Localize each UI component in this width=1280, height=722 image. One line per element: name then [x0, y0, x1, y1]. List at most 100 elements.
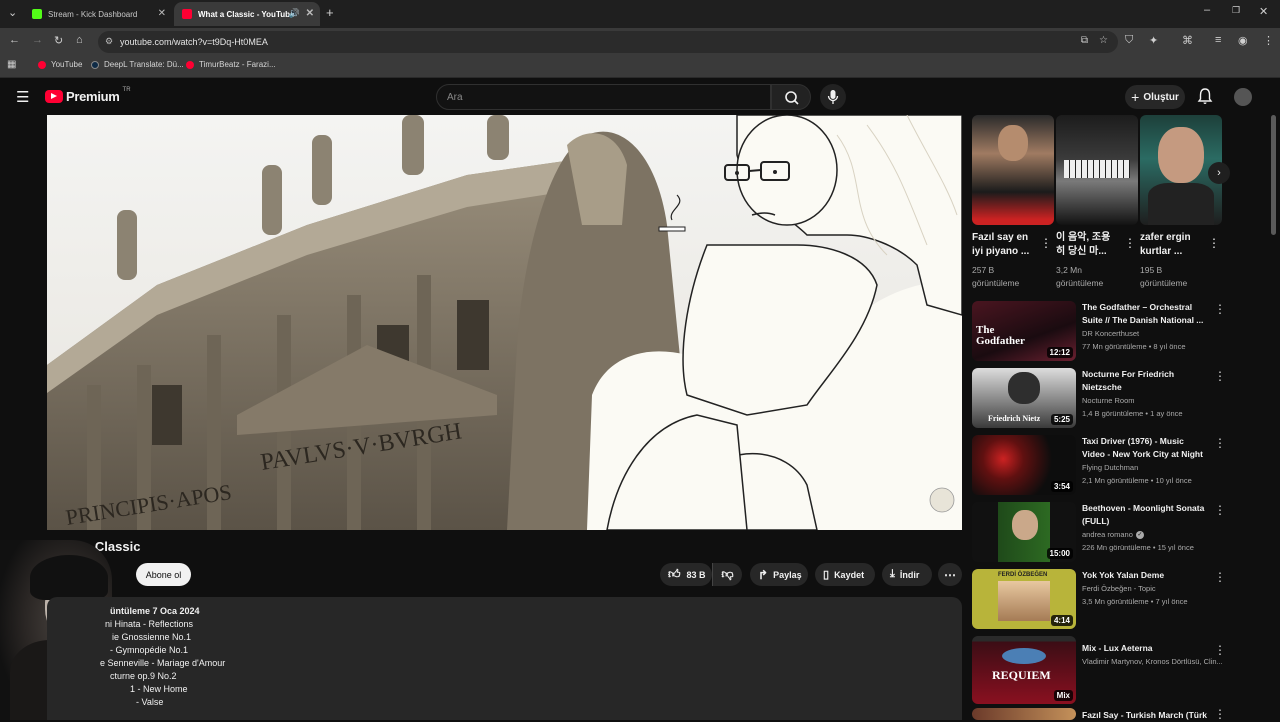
voice-search-button[interactable]: [820, 84, 846, 110]
shelf-title[interactable]: 이 음악, 조용히 당신 마...: [1056, 231, 1118, 259]
bookmarks-bar: ▦ YouTube DeepL Translate: Dü... TimurBe…: [0, 56, 1280, 78]
rec-channel[interactable]: andrea romano ✓: [1082, 530, 1144, 539]
shelf-thumbnail[interactable]: [1056, 115, 1138, 225]
reload-icon[interactable]: ↻: [54, 34, 63, 47]
shelf-next-icon[interactable]: ›: [1208, 162, 1230, 184]
youtube-logo[interactable]: Premium TR: [45, 87, 131, 104]
back-icon[interactable]: ←: [9, 34, 20, 46]
rec-thumbnail[interactable]: 15:00: [972, 502, 1076, 562]
shelf-title[interactable]: Fazıl say en iyi piyano ...: [972, 231, 1034, 259]
shelf-title[interactable]: zafer ergin kurtlar ...: [1140, 231, 1202, 259]
new-tab-icon[interactable]: +: [326, 5, 334, 20]
rec-channel[interactable]: Nocturne Room: [1082, 396, 1135, 405]
rec-title[interactable]: Mix - Lux Aeterna: [1082, 642, 1206, 655]
rec-thumbnail[interactable]: Friedrich Nietz 5:25: [972, 368, 1076, 428]
description-line: - Valse: [136, 697, 164, 707]
kebab-icon[interactable]: ⋮: [1040, 236, 1052, 250]
extensions-icon[interactable]: ✦: [1149, 34, 1158, 47]
channel-watermark[interactable]: [929, 487, 955, 513]
bookmark-youtube[interactable]: YouTube: [38, 60, 82, 69]
description-line: ie Gnossienne No.1: [112, 632, 192, 642]
restore-icon[interactable]: ❐: [1232, 5, 1240, 16]
rec-title[interactable]: Beethoven - Moonlight Sonata (FULL): [1082, 502, 1206, 528]
rec-title[interactable]: Fazıl Say - Turkish March (Türk: [1082, 709, 1212, 722]
apps-grid-icon[interactable]: ▦: [7, 59, 16, 70]
share-button[interactable]: ↱ Paylaş: [750, 563, 808, 586]
create-button[interactable]: + Oluştur: [1125, 85, 1185, 109]
search-button[interactable]: [771, 84, 811, 110]
tab-youtube[interactable]: What a Classic - YouTube 🔊 ✕: [174, 2, 320, 26]
download-icon: ⤓: [890, 568, 895, 580]
site-info-icon[interactable]: ⚙: [105, 36, 113, 47]
audio-playing-icon[interactable]: 🔊: [289, 8, 300, 19]
menu-kebab-icon[interactable]: ⋮: [1263, 34, 1274, 47]
title-end: Classic: [94, 539, 141, 554]
shelf-thumbnail[interactable]: [972, 115, 1054, 225]
avatar[interactable]: [1234, 88, 1252, 106]
streamer-hair: [30, 555, 108, 600]
forward-icon[interactable]: →: [32, 34, 43, 46]
shelf-views: 195 B: [1140, 265, 1163, 275]
dislike-button[interactable]: 👎︎: [712, 563, 742, 586]
rec-title[interactable]: The Godfather – Orchestral Suite // The …: [1082, 301, 1206, 327]
media-control-icon[interactable]: ≡: [1215, 34, 1221, 46]
tab-kick-dashboard[interactable]: Stream - Kick Dashboard ✕: [24, 2, 172, 26]
description-line: e Senneville - Mariage d'Amour: [100, 658, 226, 668]
presenter-face: [1158, 127, 1204, 183]
duration-badge: Mix: [1053, 690, 1073, 701]
kebab-icon[interactable]: ⋮: [1214, 643, 1226, 657]
kebab-icon[interactable]: ⋮: [1124, 236, 1136, 250]
rec-title[interactable]: Yok Yok Yalan Deme: [1082, 569, 1206, 582]
download-label: İndir: [899, 569, 920, 580]
thumb-text: Friedrich Nietz: [988, 414, 1041, 423]
rec-meta: 1,4 B görüntüleme • 1 ay önce: [1082, 409, 1183, 418]
address-bar[interactable]: ⚙ youtube.com/watch?v=t9Dq-Ht0MEA ⧉ ☆: [98, 31, 1118, 53]
rec-meta: 226 Mn görüntüleme • 15 yıl önce: [1082, 543, 1194, 552]
rec-thumbnail[interactable]: The Godfather 12:12: [972, 301, 1076, 361]
presenter-suit: [1148, 183, 1214, 225]
rec-title[interactable]: Nocturne For Friedrich Nietzsche: [1082, 368, 1206, 394]
rec-channel[interactable]: Vladimir Martynov, Kronos Dörtlüsü, Clin…: [1082, 657, 1222, 666]
subscribe-label: Abone ol: [145, 569, 182, 580]
bookmark-star-icon[interactable]: ☆: [1099, 35, 1108, 46]
bookmark-deepl[interactable]: DeepL Translate: Dü...: [91, 60, 184, 69]
more-actions-button[interactable]: ⋯: [938, 563, 962, 586]
kebab-icon[interactable]: ⋮: [1214, 369, 1226, 383]
save-button[interactable]: ▯ Kaydet: [815, 563, 875, 586]
bookmark-timurbeatz[interactable]: TimurBeatz - Farazi...: [186, 60, 276, 69]
kebab-icon[interactable]: ⋮: [1214, 503, 1226, 517]
rec-thumbnail[interactable]: REQUIEM Mix: [972, 636, 1076, 704]
rec-thumbnail[interactable]: FERDİ ÖZBEĞEN 4:14: [972, 569, 1076, 629]
video-player[interactable]: PAVLVS·V·BVRGH PRINCIPIS·APOS: [47, 115, 962, 530]
kebab-icon[interactable]: ⋮: [1214, 707, 1226, 721]
close-tab-icon[interactable]: ✕: [306, 8, 314, 19]
close-window-icon[interactable]: ✕: [1259, 5, 1268, 18]
home-icon[interactable]: ⌂: [76, 34, 83, 46]
download-button[interactable]: ⤓ İndir: [882, 563, 932, 586]
minimize-icon[interactable]: –: [1204, 4, 1210, 16]
rec-thumbnail[interactable]: 3:54: [972, 435, 1076, 495]
shield-extension-icon[interactable]: ⛉: [1125, 34, 1133, 47]
bookmark-label: YouTube: [51, 60, 83, 69]
rec-channel[interactable]: Flying Dutchman: [1082, 463, 1138, 472]
incognito-icon[interactable]: ⌘: [1182, 34, 1193, 47]
kebab-icon[interactable]: ⋮: [1214, 436, 1226, 450]
close-tab-icon[interactable]: ✕: [158, 8, 166, 19]
subscribe-button[interactable]: Abone ol: [136, 563, 191, 586]
deepl-favicon-icon: [91, 60, 99, 69]
hamburger-menu-icon[interactable]: ☰: [16, 88, 29, 106]
page-scrollbar[interactable]: [1271, 115, 1276, 235]
profile-icon[interactable]: ◉: [1238, 34, 1248, 47]
like-button[interactable]: 👍︎ 83 B: [660, 563, 712, 586]
rec-thumbnail[interactable]: [972, 708, 1076, 720]
rec-channel[interactable]: Ferdi Özbeğen - Topic: [1082, 584, 1156, 593]
rec-channel[interactable]: DR Koncerthuset: [1082, 329, 1139, 338]
tab-search-icon[interactable]: ⌄: [8, 6, 17, 19]
rec-title[interactable]: Taxi Driver (1976) - Music Video - New Y…: [1082, 435, 1206, 461]
kebab-icon[interactable]: ⋮: [1208, 236, 1220, 250]
notifications-bell-icon[interactable]: [1197, 87, 1213, 110]
search-input[interactable]: Ara: [436, 84, 771, 110]
kebab-icon[interactable]: ⋮: [1214, 302, 1226, 316]
kebab-icon[interactable]: ⋮: [1214, 570, 1226, 584]
install-app-icon[interactable]: ⧉: [1081, 35, 1088, 46]
